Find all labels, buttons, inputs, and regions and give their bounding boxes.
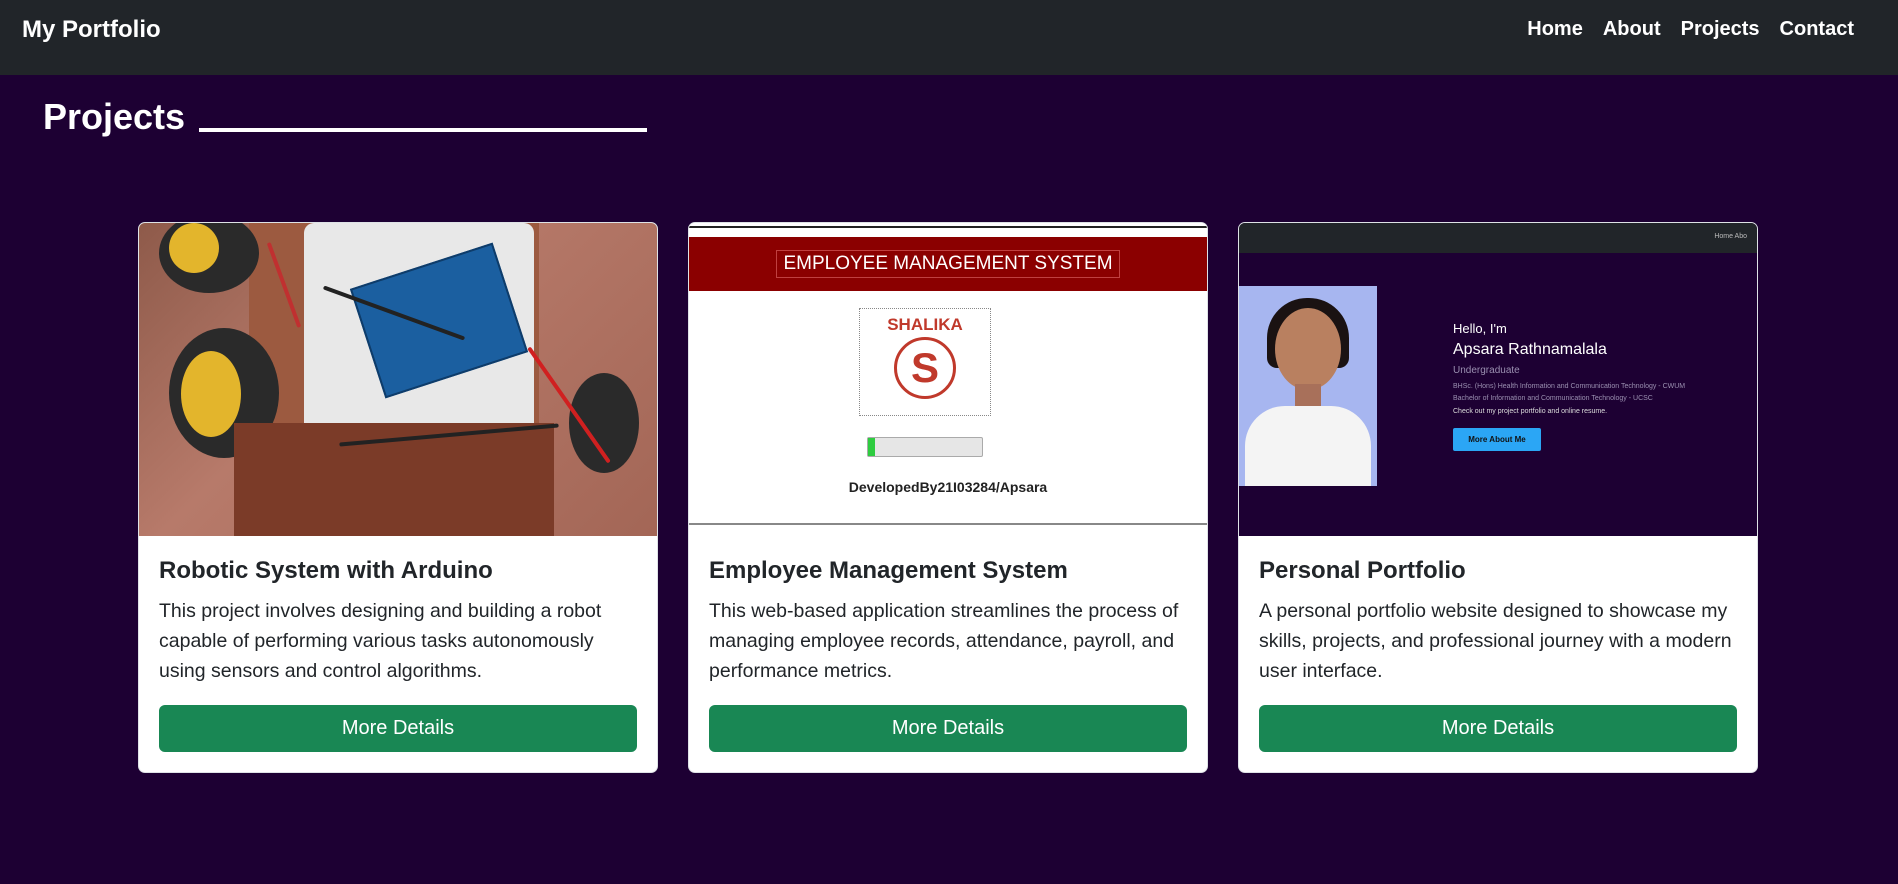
- more-details-button[interactable]: More Details: [159, 705, 637, 752]
- employee-system-image: EMPLOYEE MANAGEMENT SYSTEM SHALIKA S Dev…: [689, 223, 1207, 536]
- mini-degree-1: BHSc. (Hons) Health Information and Comm…: [1453, 383, 1686, 390]
- card-description: A personal portfolio website designed to…: [1259, 600, 1732, 682]
- nav-link-contact[interactable]: Contact: [1770, 18, 1864, 41]
- brand-logo[interactable]: My Portfolio: [22, 16, 161, 44]
- more-details-button[interactable]: More Details: [1259, 705, 1737, 752]
- progress-fill: [868, 438, 875, 456]
- loading-progress-bar: [867, 437, 983, 457]
- project-card-portfolio: Home Abo Hello, I'm Apsara Rathnamalala …: [1238, 222, 1758, 773]
- nav-link-home[interactable]: Home: [1517, 18, 1593, 41]
- mini-name: Apsara Rathnamalala: [1453, 341, 1607, 358]
- card-body: Personal Portfolio A personal portfolio …: [1259, 556, 1737, 704]
- card-title: Personal Portfolio: [1259, 557, 1466, 584]
- project-card-robotic: Robotic System with Arduino This project…: [138, 222, 658, 773]
- more-details-button[interactable]: More Details: [709, 705, 1187, 752]
- image-top-line: [689, 226, 1207, 228]
- project-card-employee: EMPLOYEE MANAGEMENT SYSTEM SHALIKA S Dev…: [688, 222, 1208, 773]
- section-title: Projects: [43, 96, 186, 137]
- card-body: Robotic System with Arduino This project…: [159, 556, 637, 704]
- image-bottom-line: [689, 523, 1207, 525]
- mini-check-text: Check out my project portfolio and onlin…: [1453, 408, 1608, 415]
- profile-photo: [1239, 286, 1377, 486]
- nav-link-projects[interactable]: Projects: [1671, 18, 1770, 41]
- title-underline: [199, 128, 648, 132]
- mini-role: Undergraduate: [1453, 365, 1520, 376]
- nav-links: Home About Projects Contact: [1517, 18, 1864, 41]
- portfolio-screenshot-image: Home Abo Hello, I'm Apsara Rathnamalala …: [1239, 223, 1757, 536]
- mini-hello: Hello, I'm: [1453, 321, 1507, 336]
- logo-letter: S: [894, 337, 956, 399]
- card-description: This project involves designing and buil…: [159, 600, 602, 682]
- shalika-logo: SHALIKA S: [859, 308, 991, 416]
- card-title: Employee Management System: [709, 557, 1068, 584]
- ems-banner: EMPLOYEE MANAGEMENT SYSTEM: [689, 237, 1207, 291]
- mini-more-about-button: More About Me: [1453, 428, 1541, 451]
- developer-credit: DevelopedBy21I03284/Apsara: [848, 479, 1048, 495]
- logo-name: SHALIKA: [887, 315, 963, 334]
- robot-image: [139, 223, 657, 536]
- section-header: Projects: [43, 96, 648, 138]
- card-title: Robotic System with Arduino: [159, 557, 493, 584]
- mini-degree-2: Bachelor of Information and Communicatio…: [1453, 395, 1653, 402]
- mini-nav-links: Home Abo: [1714, 233, 1747, 240]
- ems-banner-text: EMPLOYEE MANAGEMENT SYSTEM: [776, 250, 1120, 278]
- card-body: Employee Management System This web-base…: [709, 556, 1187, 704]
- mini-navbar: Home Abo: [1239, 223, 1757, 253]
- card-description: This web-based application streamlines t…: [709, 600, 1179, 682]
- top-navbar: My Portfolio Home About Projects Contact: [0, 0, 1898, 75]
- nav-link-about[interactable]: About: [1593, 18, 1671, 41]
